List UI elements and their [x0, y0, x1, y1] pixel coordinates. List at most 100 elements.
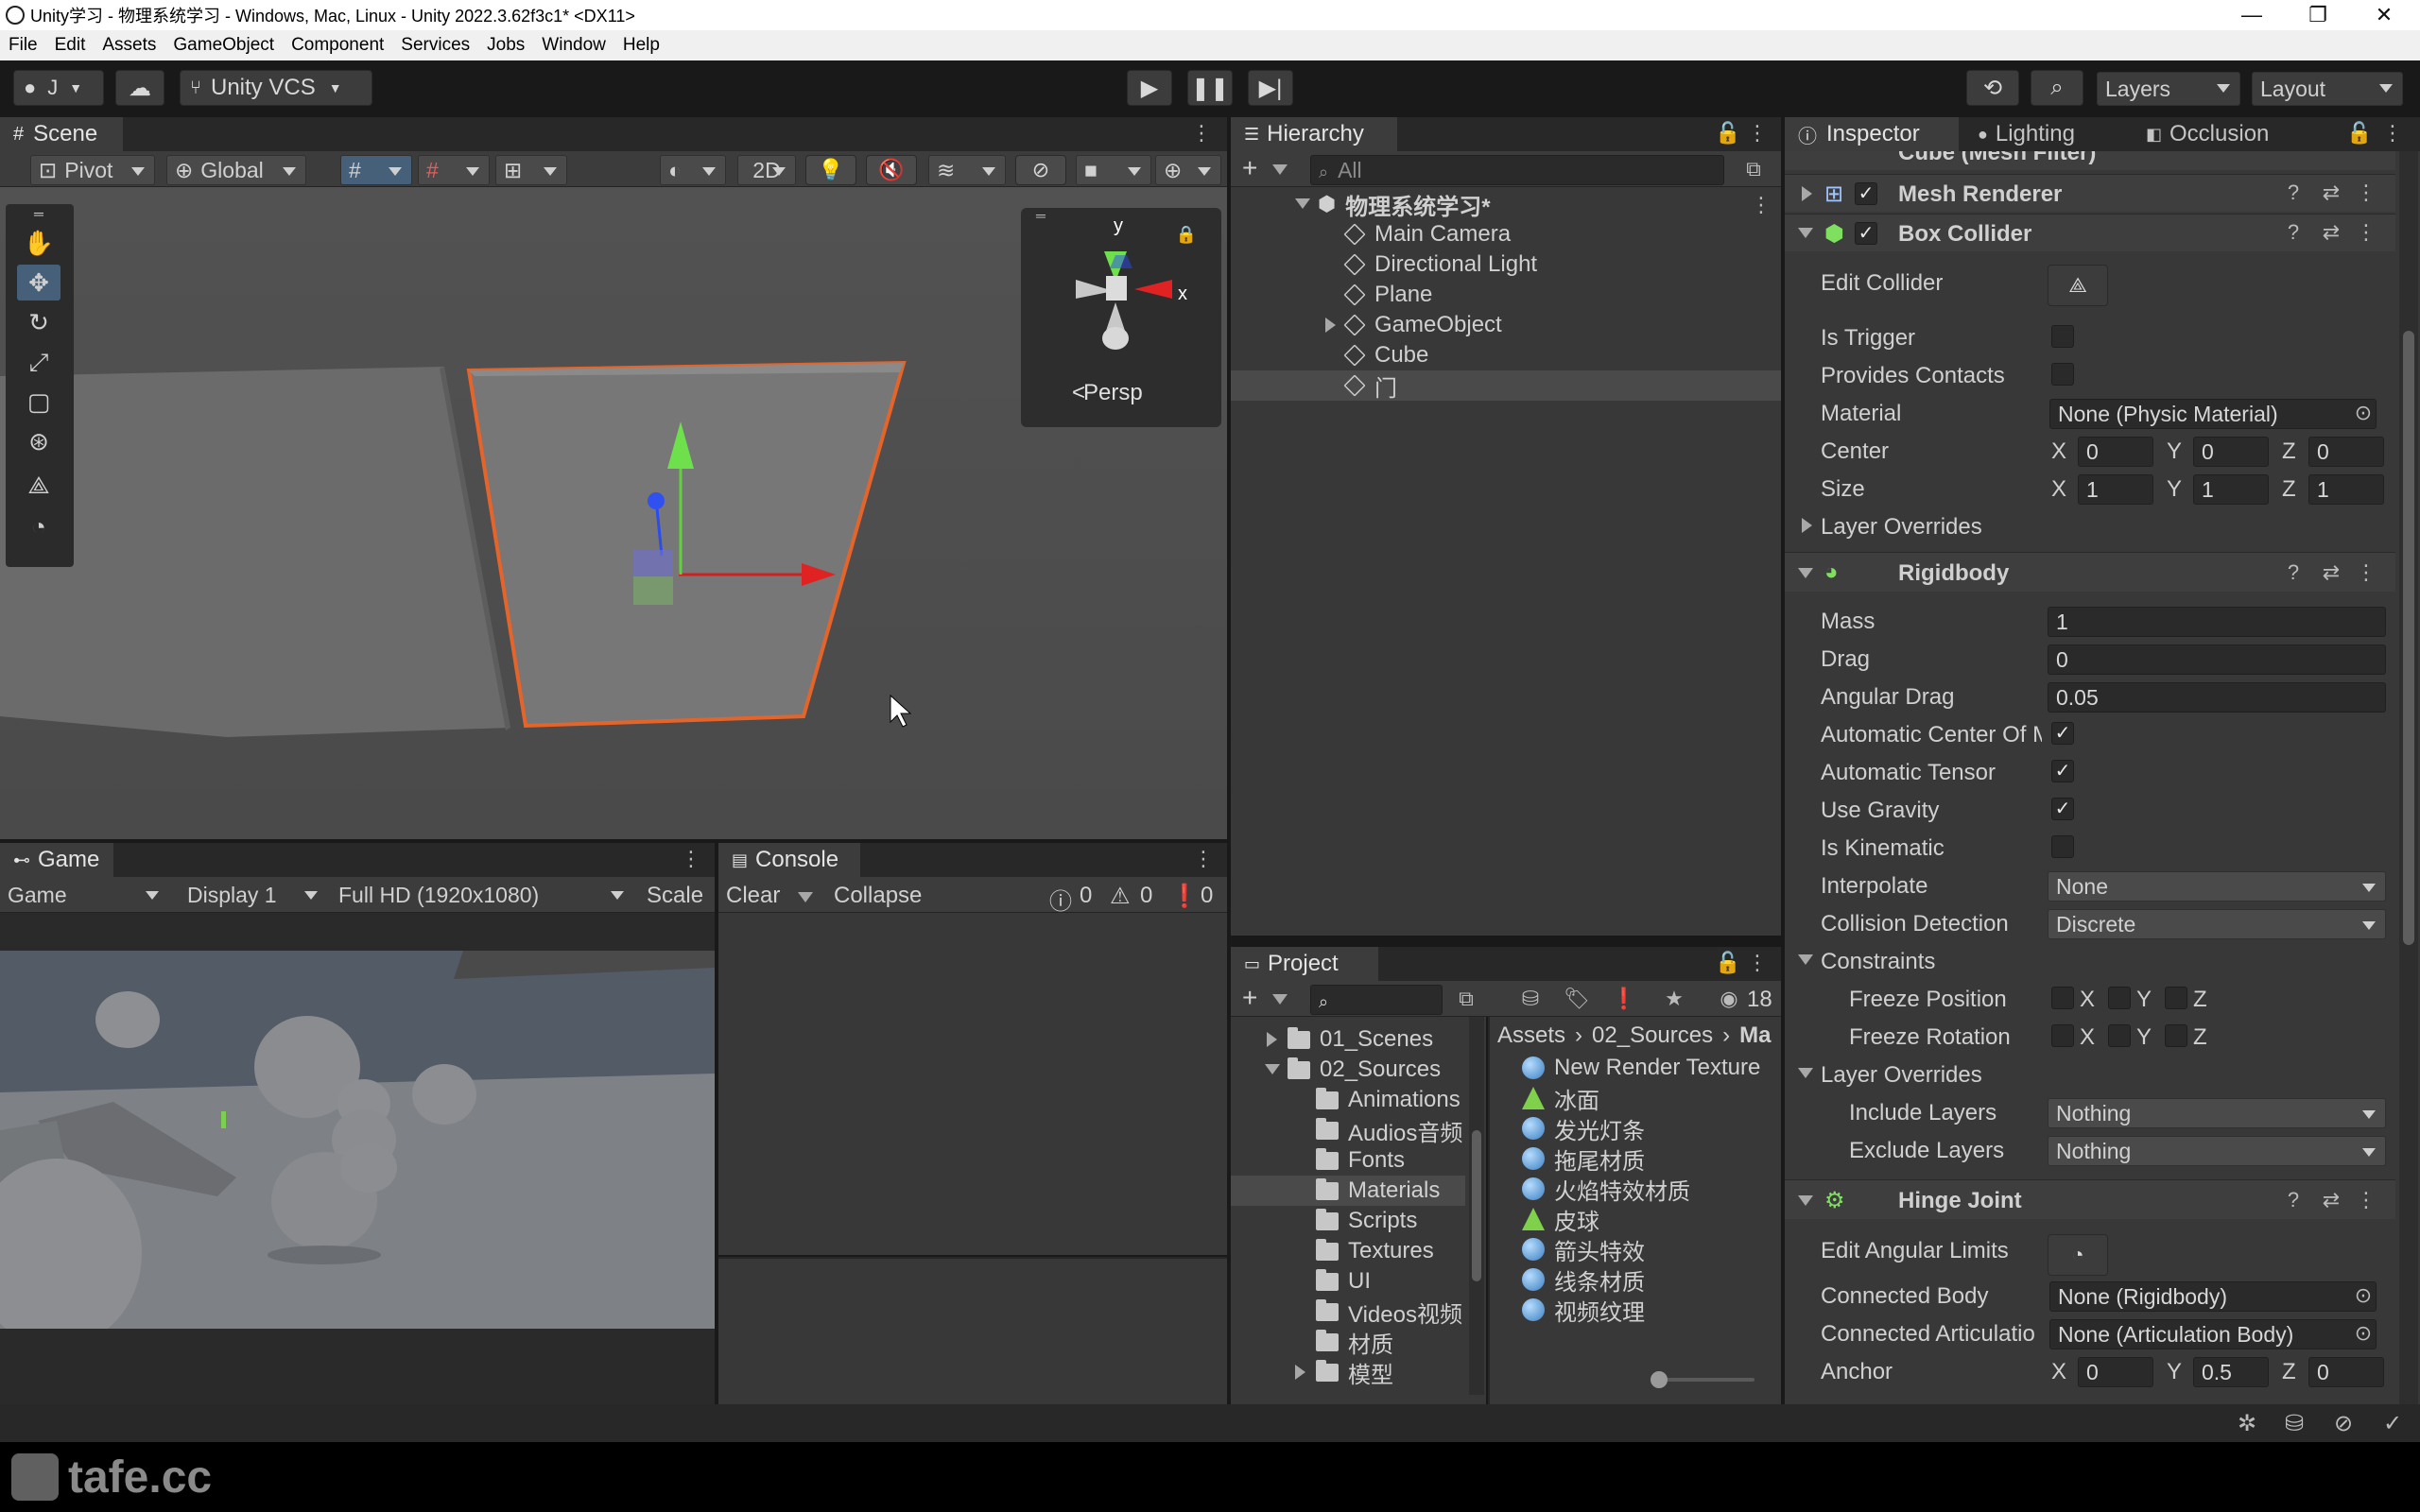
tab-hierarchy[interactable]: ☰ Hierarchy — [1231, 117, 1397, 151]
asset-item[interactable]: 冰面 — [1522, 1083, 1599, 1114]
folder-scripts[interactable]: Scripts — [1316, 1206, 1417, 1236]
folder-02-sources[interactable]: 02_Sources — [1288, 1055, 1441, 1085]
menu-window[interactable]: Window — [533, 35, 614, 56]
freeze-position-x-checkbox[interactable] — [2051, 987, 2074, 1009]
warning-count-icon[interactable]: ⚠ — [1110, 883, 1131, 910]
cache-server-icon[interactable]: ⛁ — [2280, 1410, 2308, 1437]
more-menu-icon[interactable]: ⋮ — [1191, 121, 1212, 146]
size-z-field[interactable]: 1 — [2308, 474, 2384, 505]
menu-jobs[interactable]: Jobs — [478, 35, 533, 56]
more-menu-icon[interactable]: ⋮ — [2356, 560, 2377, 585]
error-filter-icon[interactable]: ❗ — [1611, 987, 1636, 1011]
ruler-dropdown[interactable]: ⊞ — [495, 155, 567, 185]
hidden-eye-icon[interactable]: ◉ — [1717, 987, 1741, 1011]
slider-thumb[interactable] — [1651, 1371, 1668, 1388]
inspector-scrollbar-thumb[interactable] — [2403, 331, 2414, 945]
tab-console[interactable]: ▤ Console — [718, 843, 860, 877]
play-button[interactable]: ▶ — [1127, 70, 1172, 106]
expand-arrow-icon[interactable] — [1802, 518, 1812, 533]
preset-icon[interactable]: ⇄ — [2320, 560, 2342, 585]
debug-icon[interactable]: ✲ — [2233, 1410, 2261, 1437]
search-button[interactable]: ⌕ — [2031, 70, 2083, 106]
folder-fonts[interactable]: Fonts — [1316, 1145, 1405, 1176]
folder-models[interactable]: 模型 — [1316, 1357, 1393, 1388]
layers-dropdown[interactable]: Layers — [2097, 72, 2240, 106]
include-layers-dropdown[interactable]: Nothing — [2048, 1098, 2386, 1128]
account-dropdown[interactable]: ● J ▼ — [13, 70, 104, 106]
rotate-tool-icon[interactable]: ↻ — [17, 304, 60, 340]
grid-snap-dropdown[interactable]: # — [340, 155, 412, 185]
is-kinematic-checkbox[interactable] — [2051, 835, 2074, 858]
collapse-arrow-icon[interactable] — [1798, 228, 1813, 238]
expand-arrow-icon[interactable] — [1802, 186, 1812, 201]
more-menu-icon[interactable]: ⋮ — [2356, 220, 2377, 245]
folder-materials-cn[interactable]: 材质 — [1316, 1327, 1393, 1358]
effects-dropdown[interactable]: ≋ — [928, 155, 1006, 185]
maximize-button[interactable]: ❐ — [2290, 0, 2346, 30]
is-trigger-checkbox[interactable] — [2051, 325, 2074, 348]
shading-dropdown[interactable]: ◐ — [660, 155, 726, 185]
step-button[interactable]: ▶| — [1248, 70, 1293, 106]
menu-help[interactable]: Help — [614, 35, 668, 56]
increment-snap-dropdown[interactable]: # — [418, 155, 490, 185]
tab-lighting[interactable]: ● Lighting — [1964, 117, 2125, 151]
breadcrumb-materials[interactable]: Ma — [1739, 1022, 1771, 1049]
progress-check-icon[interactable]: ✓ — [2378, 1410, 2407, 1437]
lock-icon[interactable]: 🔓 — [2346, 121, 2372, 146]
more-menu-icon[interactable]: ⋮ — [681, 847, 701, 871]
object-picker-icon[interactable]: ⊙ — [2352, 1321, 2375, 1346]
folder-animations[interactable]: Animations — [1316, 1085, 1461, 1115]
search-by-label-icon[interactable]: ⛁ — [1518, 987, 1543, 1011]
center-y-field[interactable]: 0 — [2193, 437, 2269, 467]
center-x-field[interactable]: 0 — [2078, 437, 2153, 467]
chevron-down-icon[interactable] — [1272, 994, 1288, 1005]
collapse-arrow-icon[interactable] — [1798, 1195, 1813, 1206]
enabled-checkbox[interactable]: ✓ — [1855, 222, 1877, 245]
object-picker-icon[interactable]: ⊙ — [2352, 1283, 2375, 1308]
pause-button[interactable]: ❚❚ — [1187, 70, 1233, 106]
help-icon[interactable]: ? — [2282, 1188, 2305, 1212]
audio-toggle[interactable]: 🔇 — [866, 155, 917, 185]
collapse-button[interactable]: Collapse — [834, 883, 922, 909]
scene-visibility-icon[interactable]: ⧉ — [1741, 157, 1766, 181]
scene-root-item[interactable]: ⬢ 物理系统学习* — [1318, 189, 1491, 220]
asset-item[interactable]: 箭头特效 — [1522, 1234, 1645, 1265]
edit-collider-button[interactable]: ⟁ — [2048, 265, 2108, 306]
constraints-foldout[interactable]: Constraints — [1821, 949, 1935, 975]
freeze-rotation-x-checkbox[interactable] — [2051, 1024, 2074, 1047]
help-icon[interactable]: ? — [2282, 180, 2305, 205]
center-z-field[interactable]: 0 — [2308, 437, 2384, 467]
asset-item[interactable]: 发光灯条 — [1522, 1113, 1645, 1144]
add-icon[interactable]: + — [1242, 983, 1257, 1013]
component-mesh-filter[interactable]: Cube (Mesh Filter) — [1785, 151, 2395, 170]
object-picker-icon[interactable]: ⊙ — [2352, 401, 2375, 425]
anchor-x-field[interactable]: 0 — [2078, 1357, 2153, 1387]
menu-edit[interactable]: Edit — [46, 35, 95, 56]
scene-viewport[interactable]: ═ ✋ ✥ ↻ ⤢ ▢ ⊛ ⟁ ◔ ═ 🔒 y x Persp < — [0, 187, 1227, 839]
game-viewport[interactable] — [0, 913, 715, 1404]
hierarchy-item-cube[interactable]: Cube — [1343, 340, 1428, 370]
anchor-z-field[interactable]: 0 — [2308, 1357, 2384, 1387]
enabled-checkbox[interactable]: ✓ — [1855, 182, 1877, 205]
drag-field[interactable]: 0 — [2048, 644, 2386, 675]
favorite-star-icon[interactable]: ★ — [1662, 987, 1686, 1011]
console-detail-area[interactable] — [718, 1257, 1227, 1404]
hand-tool-icon[interactable]: ✋ — [17, 225, 60, 261]
icon-size-slider[interactable] — [1651, 1371, 1754, 1388]
exclude-layers-dropdown[interactable]: Nothing — [2048, 1136, 2386, 1166]
error-count-icon[interactable]: ⓘ — [1049, 883, 1072, 916]
expand-arrow-icon[interactable] — [1267, 1032, 1277, 1047]
component-mesh-renderer[interactable]: ⊞ ✓ Mesh Renderer ? ⇄ ⋮ — [1785, 174, 2395, 212]
project-search-input[interactable]: ⌕ — [1310, 985, 1443, 1015]
edit-collider-tool-icon[interactable]: ⟁ — [17, 467, 60, 503]
asset-item[interactable]: New Render Texture — [1522, 1053, 1760, 1083]
folder-videos[interactable]: Videos视频 — [1316, 1297, 1462, 1328]
asset-item[interactable]: 拖尾材质 — [1522, 1143, 1645, 1175]
expand-arrow-icon[interactable] — [1325, 318, 1336, 333]
size-y-field[interactable]: 1 — [2193, 474, 2269, 505]
component-rigidbody[interactable]: ◕ Rigidbody ? ⇄ ⋮ — [1785, 552, 2395, 592]
menu-services[interactable]: Services — [392, 35, 478, 56]
scale-label[interactable]: Scale — [647, 883, 703, 909]
grip-icon[interactable]: ═ — [17, 206, 60, 221]
mass-field[interactable]: 1 — [2048, 607, 2386, 637]
